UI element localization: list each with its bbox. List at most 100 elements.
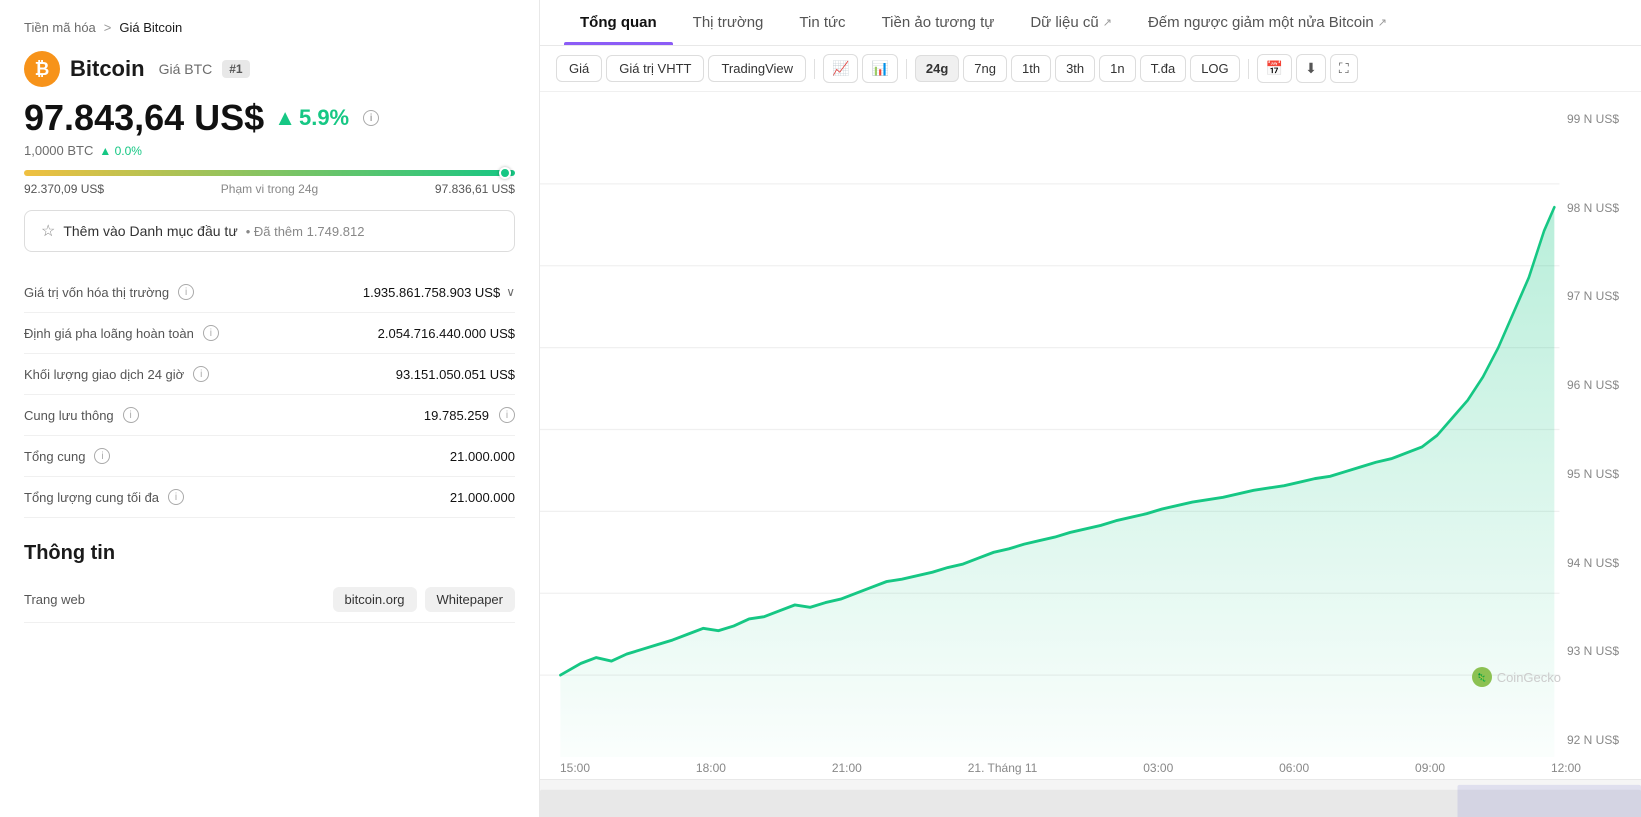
chart-period-3th[interactable]: 3th [1055,55,1095,82]
max-supply-value: 21.000.000 [450,490,515,505]
coingecko-watermark: 🦎 CoinGecko [1472,667,1561,687]
nav-tab-duLieuCu[interactable]: Dữ liệu cũ ↗ [1014,0,1128,45]
volume-row: Khối lượng giao dịch 24 giờ i 93.151.050… [24,354,515,395]
y-axis-labels: 99 N US$ 98 N US$ 97 N US$ 96 N US$ 95 N… [1561,102,1641,757]
price-change-arrow: ▲ [274,105,296,131]
external-link-icon-2: ↗ [1378,16,1387,29]
x-label-15: 15:00 [560,761,590,775]
y-label-97: 97 N US$ [1567,289,1635,303]
circulating-value-icon[interactable]: i [499,407,515,423]
y-label-99: 99 N US$ [1567,112,1635,126]
btc-rate-change: ▲ 0.0% [99,144,142,158]
volume-info-icon[interactable]: i [193,366,209,382]
coin-header: ₿ Bitcoin Giá BTC #1 [24,51,515,87]
chart-type-tradingview[interactable]: TradingView [708,55,806,82]
nav-tab-tinTuc[interactable]: Tin tức [783,0,861,45]
chart-period-log[interactable]: LOG [1190,55,1239,82]
website-row: Trang web bitcoin.org Whitepaper [24,577,515,623]
circulating-label: Cung lưu thông i [24,407,139,423]
breadcrumb-home[interactable]: Tiền mã hóa [24,20,96,35]
chart-type-gia[interactable]: Giá [556,55,602,82]
y-label-95: 95 N US$ [1567,467,1635,481]
toolbar-divider-2 [906,59,907,79]
fdv-row: Định giá pha loãng hoàn toàn i 2.054.716… [24,313,515,354]
price-bar-track [24,170,515,176]
circulating-value: 19.785.259 i [424,407,515,423]
price-range-low: 92.370,09 US$ [24,182,104,196]
price-range-label: Phạm vi trong 24g [221,182,318,196]
right-panel: Tổng quan Thị trường Tin tức Tiền ảo tươ… [540,0,1641,817]
star-icon: ☆ [41,221,55,241]
total-supply-value: 21.000.000 [450,449,515,464]
coingecko-logo: 🦎 [1472,667,1492,687]
website-link-bitcoin-org[interactable]: bitcoin.org [333,587,417,612]
breadcrumb: Tiền mã hóa > Giá Bitcoin [24,20,515,35]
left-panel: Tiền mã hóa > Giá Bitcoin ₿ Bitcoin Giá … [0,0,540,817]
price-change-percent: 5.9% [299,105,349,131]
chart-fullscreen-btn[interactable]: ⛶ [1330,54,1358,83]
max-supply-info-icon[interactable]: i [168,489,184,505]
price-bar-indicator [499,167,511,179]
nav-tab-thiTruong[interactable]: Thị trường [677,0,780,45]
total-supply-info-icon[interactable]: i [94,448,110,464]
total-supply-label: Tổng cung i [24,448,110,464]
breadcrumb-separator: > [104,20,112,35]
chart-period-7ng[interactable]: 7ng [963,55,1007,82]
stats-table: Giá trị vốn hóa thị trường i 1.935.861.7… [24,272,515,518]
total-supply-row: Tổng cung i 21.000.000 [24,436,515,477]
x-label-09: 09:00 [1415,761,1445,775]
nav-tab-tienAoTuongTu[interactable]: Tiền ảo tương tự [866,0,1011,45]
nav-tab-tongquan[interactable]: Tổng quan [564,0,673,45]
market-cap-value: 1.935.861.758.903 US$ ∨ [363,285,515,300]
chart-type-vhtt[interactable]: Giá trị VHTT [606,55,704,82]
price-info-icon[interactable]: i [363,110,379,126]
max-supply-label: Tổng lượng cung tối đa i [24,489,184,505]
nav-tab-demNguoc[interactable]: Đếm ngược giảm một nửa Bitcoin ↗ [1132,0,1403,45]
y-label-96: 96 N US$ [1567,378,1635,392]
coin-rank: #1 [222,60,249,78]
toolbar-divider-3 [1248,59,1249,79]
btc-rate: 1,0000 BTC ▲ 0.0% [24,143,515,158]
market-cap-label: Giá trị vốn hóa thị trường i [24,284,194,300]
y-label-94: 94 N US$ [1567,556,1635,570]
chart-area: 99 N US$ 98 N US$ 97 N US$ 96 N US$ 95 N… [540,92,1641,817]
price-value: 97.843,64 US$ [24,97,264,139]
fdv-info-icon[interactable]: i [203,325,219,341]
chart-period-1n[interactable]: 1n [1099,55,1135,82]
mini-chart-scrubber[interactable] [540,779,1641,817]
x-label-21: 21:00 [832,761,862,775]
watchlist-button[interactable]: ☆ Thêm vào Danh mục đầu tư • Đã thêm 1.7… [24,210,515,252]
website-links: bitcoin.org Whitepaper [333,587,515,612]
market-cap-arrow[interactable]: ∨ [506,285,515,299]
top-nav: Tổng quan Thị trường Tin tức Tiền ảo tươ… [540,0,1641,46]
price-range-labels: 92.370,09 US$ Phạm vi trong 24g 97.836,6… [24,182,515,196]
chart-bar-icon-btn[interactable]: 📊 [862,54,897,83]
chart-calendar-btn[interactable]: 📅 [1257,54,1292,83]
chart-period-tda[interactable]: T.đa [1140,55,1187,82]
x-label-date: 21. Tháng 11 [968,761,1038,775]
chart-period-24g[interactable]: 24g [915,55,959,82]
circulating-row: Cung lưu thông i 19.785.259 i [24,395,515,436]
website-label: Trang web [24,592,85,607]
x-label-03: 03:00 [1143,761,1173,775]
market-cap-info-icon[interactable]: i [178,284,194,300]
website-link-whitepaper[interactable]: Whitepaper [425,587,515,612]
chart-period-1th[interactable]: 1th [1011,55,1051,82]
info-section-title: Thông tin [24,542,515,565]
chart-wrapper: 99 N US$ 98 N US$ 97 N US$ 96 N US$ 95 N… [540,102,1641,757]
price-range-bar: 92.370,09 US$ Phạm vi trong 24g 97.836,6… [24,170,515,196]
price-range-high: 97.836,61 US$ [435,182,515,196]
toolbar-divider-1 [814,59,815,79]
circulating-info-icon[interactable]: i [123,407,139,423]
coin-name: Bitcoin [70,56,145,82]
btc-rate-value: 1,0000 BTC [24,143,93,158]
y-label-92: 92 N US$ [1567,733,1635,747]
chart-line-icon-btn[interactable]: 📈 [823,54,858,83]
chart-download-btn[interactable]: ⬇ [1296,54,1326,83]
x-label-18: 18:00 [696,761,726,775]
x-axis-labels: 15:00 18:00 21:00 21. Tháng 11 03:00 06:… [540,757,1641,779]
x-label-06: 06:00 [1279,761,1309,775]
price-display: 97.843,64 US$ ▲ 5.9% i [24,97,515,139]
fdv-label: Định giá pha loãng hoàn toàn i [24,325,219,341]
coin-ticker: Giá BTC [159,61,213,77]
